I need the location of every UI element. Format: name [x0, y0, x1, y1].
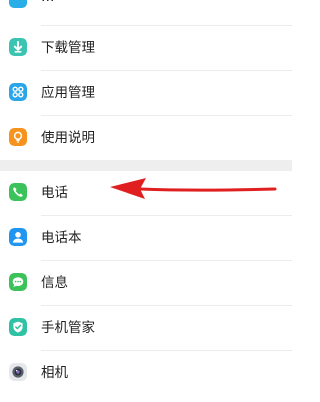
settings-item-contacts[interactable]: 电话本 [0, 216, 292, 261]
settings-item-label: 应用管理 [41, 85, 95, 101]
contacts-icon [9, 228, 27, 246]
settings-item-messages[interactable]: 信息 [0, 261, 292, 306]
settings-screen: … 下载管理 应用管理 [0, 0, 292, 402]
settings-item-phone[interactable]: 电话 [0, 171, 292, 216]
settings-item-label: … [41, 0, 55, 10]
apps-grid-icon [9, 83, 27, 101]
settings-item-app-manager[interactable]: 应用管理 [0, 71, 292, 116]
settings-item-partial[interactable]: … [0, 0, 292, 26]
settings-item-label: 相机 [41, 365, 68, 381]
download-icon [9, 38, 27, 56]
settings-item-label: 下载管理 [41, 40, 95, 56]
camera-icon [9, 363, 27, 381]
settings-item-camera[interactable]: 相机 [0, 351, 292, 396]
message-icon [9, 273, 27, 291]
settings-item-phone-manager[interactable]: 手机管家 [0, 306, 292, 351]
settings-item-label: 手机管家 [41, 320, 95, 336]
shield-icon [9, 318, 27, 336]
settings-item-label: 使用说明 [41, 130, 95, 146]
lightbulb-icon [9, 128, 27, 146]
section-separator [0, 160, 292, 171]
phone-icon [9, 183, 27, 201]
settings-item-user-guide[interactable]: 使用说明 [0, 116, 292, 161]
settings-item-download-manager[interactable]: 下载管理 [0, 26, 292, 71]
settings-item-label: 电话本 [41, 230, 82, 246]
settings-item-label: 信息 [41, 275, 68, 291]
tool-icon [9, 0, 27, 8]
settings-item-label: 电话 [41, 185, 68, 201]
